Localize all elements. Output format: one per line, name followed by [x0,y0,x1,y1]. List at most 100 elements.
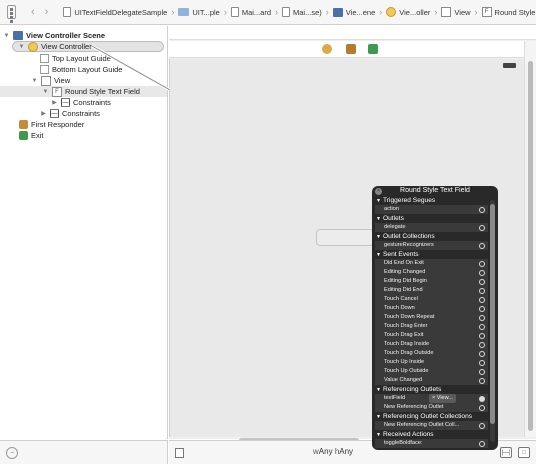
connection-filled-circle-icon[interactable] [479,395,485,402]
related-items-icon[interactable] [7,5,16,23]
breadcrumb-view[interactable]: View [441,7,471,17]
connection-circle-icon[interactable] [479,377,485,384]
breadcrumb-group[interactable]: UIT...ple [178,8,220,17]
outline-item-scene[interactable]: ▼ View Controller Scene [3,30,105,41]
hud-outlet-row[interactable]: Touch Cancel [375,295,488,304]
round-style-text-field[interactable] [316,229,374,246]
outline-label: Exit [31,131,44,140]
hud-outlet-row[interactable]: gestureRecognizers [375,241,488,250]
align-icon[interactable]: |—| [500,447,512,458]
hud-outlet-row[interactable]: action [375,205,488,214]
connection-circle-icon[interactable] [479,359,485,366]
hud-outlet-row[interactable]: Editing Did End [375,286,488,295]
connection-circle-icon[interactable] [479,278,485,285]
exit-icon[interactable] [368,44,378,54]
view-controller-icon[interactable] [322,44,332,54]
hud-section-header[interactable]: ▼ Referencing Outlets [375,385,488,394]
scroll-thumb[interactable] [528,61,533,431]
breadcrumb-storyboard[interactable]: Mai...ard [230,7,272,17]
hud-outlet-row[interactable]: Editing Changed [375,268,488,277]
breadcrumb-view-controller[interactable]: Vie...oller [386,7,430,17]
connection-circle-icon[interactable] [479,242,485,249]
disclosure-triangle-icon[interactable]: ▼ [42,89,49,95]
breadcrumb-text-field[interactable]: FRound Style Text Field [481,7,536,17]
connection-circle-icon[interactable] [479,368,485,375]
outline-label: View Controller Scene [26,31,106,40]
pin-icon[interactable]: □ [518,447,530,458]
hud-outlet-row[interactable]: Editing Did Begin [375,277,488,286]
hud-outlet-row[interactable]: Did End On Exit [375,259,488,268]
disclosure-triangle-icon[interactable]: ▼ [31,78,38,84]
connection-circle-icon[interactable] [479,206,485,213]
hud-section-header[interactable]: ▼ Triggered Segues [375,196,488,205]
scene-icon [332,7,343,17]
hud-outlet-row[interactable]: Touch Drag Enter [375,322,488,331]
connection-circle-icon[interactable] [479,440,485,447]
toggle-outline-icon[interactable] [175,448,184,458]
hud-outlet-row[interactable]: New Referencing Outlet Coll... [375,421,488,430]
hud-outlet-row[interactable]: textField × View... [375,394,488,403]
first-responder-icon [19,120,28,129]
hud-outlet-row[interactable]: Touch Drag Inside [375,340,488,349]
canvas-vertical-scrollbar[interactable] [524,41,536,437]
connection-circle-icon[interactable] [479,287,485,294]
hud-row-label: Editing Did Begin [384,278,427,284]
connection-circle-icon[interactable] [479,269,485,276]
outline-item-view[interactable]: ▼ View [31,75,70,86]
connection-circle-icon[interactable] [479,314,485,321]
hud-scrollbar[interactable] [490,200,495,442]
disclosure-triangle-icon[interactable]: ▼ [3,33,10,39]
connection-circle-icon[interactable] [479,404,485,411]
connection-circle-icon[interactable] [479,296,485,303]
outline-item-first-responder[interactable]: First Responder [19,119,84,130]
hud-section-header[interactable]: ▼ Outlets [375,214,488,223]
hud-outlet-row[interactable]: Touch Down [375,304,488,313]
hud-outlet-row[interactable]: Touch Up Inside [375,358,488,367]
filter-icon[interactable]: − [6,447,18,459]
battery-icon [503,63,516,68]
breadcrumb-base[interactable]: Mai...se) [282,7,322,17]
breadcrumb-scene[interactable]: Vie...ene [332,7,375,17]
hud-outlet-row[interactable]: New Referencing Outlet [375,403,488,412]
connection-circle-icon[interactable] [479,260,485,267]
connection-circle-icon[interactable] [479,350,485,357]
connection-circle-icon[interactable] [479,305,485,312]
outline-item-constraints-inner[interactable]: ▶ |—| Constraints [51,97,111,108]
scroll-thumb[interactable] [490,204,495,424]
hud-outlet-row[interactable]: Value Changed [375,376,488,385]
connection-circle-icon[interactable] [479,341,485,348]
hud-connection-target[interactable]: × View... [429,394,456,403]
hud-outlet-row[interactable]: Touch Drag Exit [375,331,488,340]
outline-item-exit[interactable]: Exit [19,130,44,141]
hud-outlet-row[interactable]: delegate [375,223,488,232]
disclosure-triangle-right-icon[interactable]: ▶ [40,110,47,117]
hud-outlet-row[interactable]: Touch Up Outside [375,367,488,376]
project-icon [63,7,72,17]
back-arrow-icon[interactable]: ‹ [31,6,35,18]
breadcrumb-label: Mai...ard [241,7,272,17]
size-class-selector[interactable]: wAny hAny [313,447,353,456]
hud-section-header[interactable]: ▼ Sent Events [375,250,488,259]
hud-outlet-row[interactable]: Touch Down Repeat [375,313,488,322]
outline-item-view-controller[interactable]: ▼ View Controller [12,41,164,52]
hud-outlet-row[interactable]: toggleBoldface: [375,439,488,448]
outline-item-constraints-outer[interactable]: ▶ |—| Constraints [40,108,100,119]
hud-section-header[interactable]: ▼ Outlet Collections [375,232,488,241]
forward-arrow-icon[interactable]: › [45,6,49,18]
connection-circle-icon[interactable] [479,422,485,429]
hud-section-header[interactable]: ▼ Received Actions [375,430,488,439]
connection-circle-icon[interactable] [479,332,485,339]
connection-circle-icon[interactable] [479,323,485,330]
connection-circle-icon[interactable] [479,224,485,231]
breadcrumb-project[interactable]: UITextFieldDelegateSample [63,7,167,17]
hud-outlet-row[interactable]: Touch Drag Outside [375,349,488,358]
outline-item-bottom-layout-guide[interactable]: Bottom Layout Guide [40,64,122,75]
hud-section-header[interactable]: ▼ Referencing Outlet Collections [375,412,488,421]
disclosure-triangle-right-icon[interactable]: ▶ [51,99,58,106]
chevron-right-icon: › [275,7,279,17]
first-responder-icon[interactable] [346,44,356,54]
outline-item-top-layout-guide[interactable]: Top Layout Guide [40,53,111,64]
outline-item-text-field[interactable]: ▼ F Round Style Text Field [0,86,167,97]
outline-label: View [54,76,71,85]
disclosure-triangle-icon[interactable]: ▼ [18,44,25,50]
